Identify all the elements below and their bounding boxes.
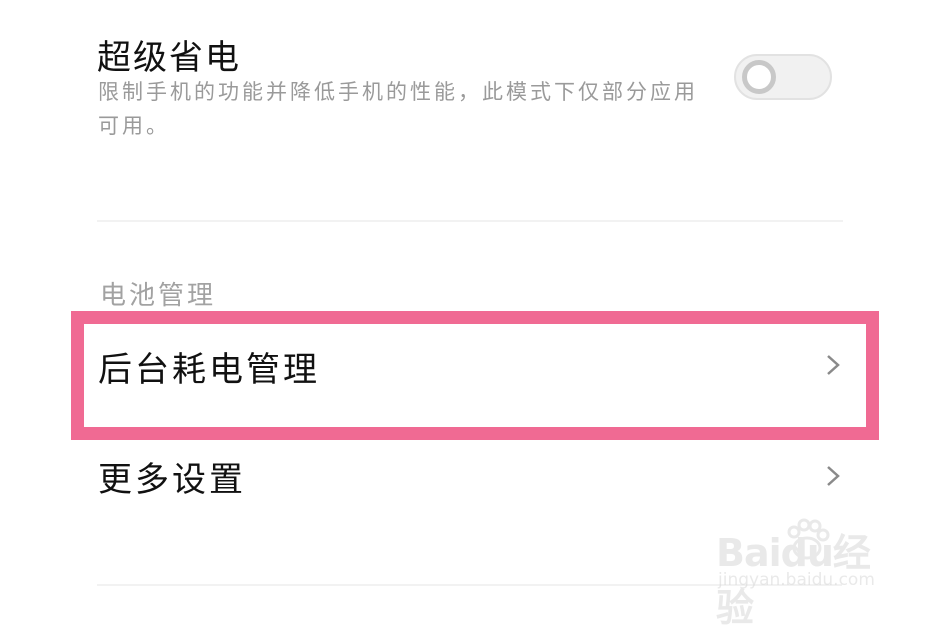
divider <box>97 220 843 222</box>
toggle-knob <box>742 60 776 94</box>
baidu-watermark: Baidu经验 jingyan.baidu.com <box>716 518 886 630</box>
chevron-right-icon <box>827 466 840 486</box>
super-saver-description: 限制手机的功能并降低手机的性能，此模式下仅部分应用可用。 <box>98 80 698 138</box>
watermark-url: jingyan.baidu.com <box>718 570 875 590</box>
super-saver-title: 超级省电 <box>97 38 241 78</box>
super-saver-toggle[interactable] <box>734 54 832 100</box>
row-label: 更多设置 <box>98 460 246 500</box>
highlight-frame <box>71 311 879 440</box>
section-label-battery: 电池管理 <box>100 281 217 311</box>
more-settings-row[interactable]: 更多设置 <box>0 430 936 520</box>
